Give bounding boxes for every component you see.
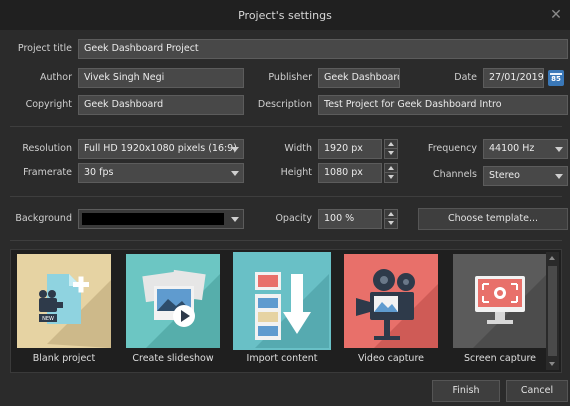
chevron-down-icon xyxy=(231,217,239,222)
author-field[interactable]: Vivek Singh Negi xyxy=(78,68,244,88)
description-field[interactable]: Test Project for Geek Dashboard Intro xyxy=(318,95,568,115)
opacity-stepper[interactable] xyxy=(384,209,398,229)
project-title-field[interactable]: Geek Dashboard Project xyxy=(78,39,568,59)
publisher-label: Publisher xyxy=(268,72,312,83)
cancel-button[interactable]: Cancel xyxy=(506,380,568,402)
resolution-label: Resolution xyxy=(22,143,72,154)
framerate-select[interactable]: 30 fps xyxy=(78,163,244,183)
template-blank-project[interactable]: NEW Blank project xyxy=(17,254,111,368)
separator xyxy=(10,196,562,197)
decrement-icon[interactable] xyxy=(385,173,397,182)
frequency-label: Frequency xyxy=(427,143,477,154)
dialog-footer: Finish Cancel xyxy=(0,374,570,406)
scrollbar-thumb[interactable] xyxy=(548,266,557,356)
project-title-label: Project title xyxy=(17,43,72,54)
width-label: Width xyxy=(284,143,312,154)
window-title: Project's settings xyxy=(238,9,332,22)
finish-button[interactable]: Finish xyxy=(432,380,500,402)
increment-icon[interactable] xyxy=(385,210,397,219)
blank-project-icon: NEW xyxy=(17,254,111,348)
video-camera-icon xyxy=(344,254,438,348)
chevron-down-icon xyxy=(555,174,563,179)
height-stepper[interactable] xyxy=(384,163,398,183)
copyright-field[interactable]: Geek Dashboard xyxy=(78,95,244,115)
chevron-down-icon xyxy=(231,147,239,152)
width-field[interactable]: 1920 px xyxy=(318,139,382,159)
separator xyxy=(10,240,562,241)
scroll-down-icon[interactable] xyxy=(546,358,559,370)
slideshow-icon xyxy=(126,254,220,348)
publisher-field[interactable]: Geek Dashboard xyxy=(318,68,400,88)
frequency-select[interactable]: 44100 Hz xyxy=(483,139,568,159)
scroll-up-icon[interactable] xyxy=(546,252,559,264)
resolution-value: Full HD 1920x1080 pixels (16:9) xyxy=(84,143,237,154)
copyright-label: Copyright xyxy=(25,99,72,110)
template-name: Import content xyxy=(246,353,318,364)
template-name: Screen capture xyxy=(463,353,537,364)
background-color-swatch xyxy=(82,213,224,225)
template-name: Create slideshow xyxy=(132,353,214,364)
opacity-field[interactable]: 100 % xyxy=(318,209,382,229)
background-label: Background xyxy=(15,213,72,224)
framerate-label: Framerate xyxy=(23,167,72,178)
template-import-content[interactable]: Import content xyxy=(233,252,331,368)
decrement-icon[interactable] xyxy=(385,149,397,158)
screen-capture-icon xyxy=(453,254,547,348)
template-scrollbar[interactable] xyxy=(546,252,559,370)
template-video-capture[interactable]: Video capture xyxy=(344,254,438,368)
calendar-icon[interactable]: 85 xyxy=(548,70,564,86)
increment-icon[interactable] xyxy=(385,164,397,173)
choose-template-button[interactable]: Choose template... xyxy=(418,208,568,230)
chevron-down-icon xyxy=(231,171,239,176)
separator xyxy=(10,126,562,127)
close-icon[interactable]: ✕ xyxy=(548,7,564,23)
width-stepper[interactable] xyxy=(384,139,398,159)
description-label: Description xyxy=(257,99,312,110)
template-create-slideshow[interactable]: Create slideshow xyxy=(126,254,220,368)
framerate-value: 30 fps xyxy=(84,167,114,178)
template-gallery: NEW Blank project Create slideshow Impor… xyxy=(10,249,562,373)
svg-text:NEW: NEW xyxy=(42,316,54,322)
author-label: Author xyxy=(40,72,72,83)
template-name: Video capture xyxy=(358,353,424,364)
increment-icon[interactable] xyxy=(385,140,397,149)
background-color-picker[interactable] xyxy=(78,209,244,229)
opacity-label: Opacity xyxy=(275,213,312,224)
template-name: Blank project xyxy=(32,353,96,364)
chevron-down-icon xyxy=(555,147,563,152)
channels-select[interactable]: Stereo xyxy=(483,166,568,186)
import-content-icon xyxy=(233,252,331,350)
height-label: Height xyxy=(280,167,312,178)
resolution-select[interactable]: Full HD 1920x1080 pixels (16:9) xyxy=(78,139,244,159)
channels-label: Channels xyxy=(433,169,477,180)
channels-value: Stereo xyxy=(489,170,520,181)
frequency-value: 44100 Hz xyxy=(489,143,535,154)
date-label: Date xyxy=(454,72,477,83)
decrement-icon[interactable] xyxy=(385,219,397,228)
title-bar: Project's settings ✕ xyxy=(0,0,570,30)
height-field[interactable]: 1080 px xyxy=(318,163,382,183)
date-field[interactable]: 27/01/2019 xyxy=(483,68,544,88)
template-screen-capture[interactable]: Screen capture xyxy=(453,254,547,368)
